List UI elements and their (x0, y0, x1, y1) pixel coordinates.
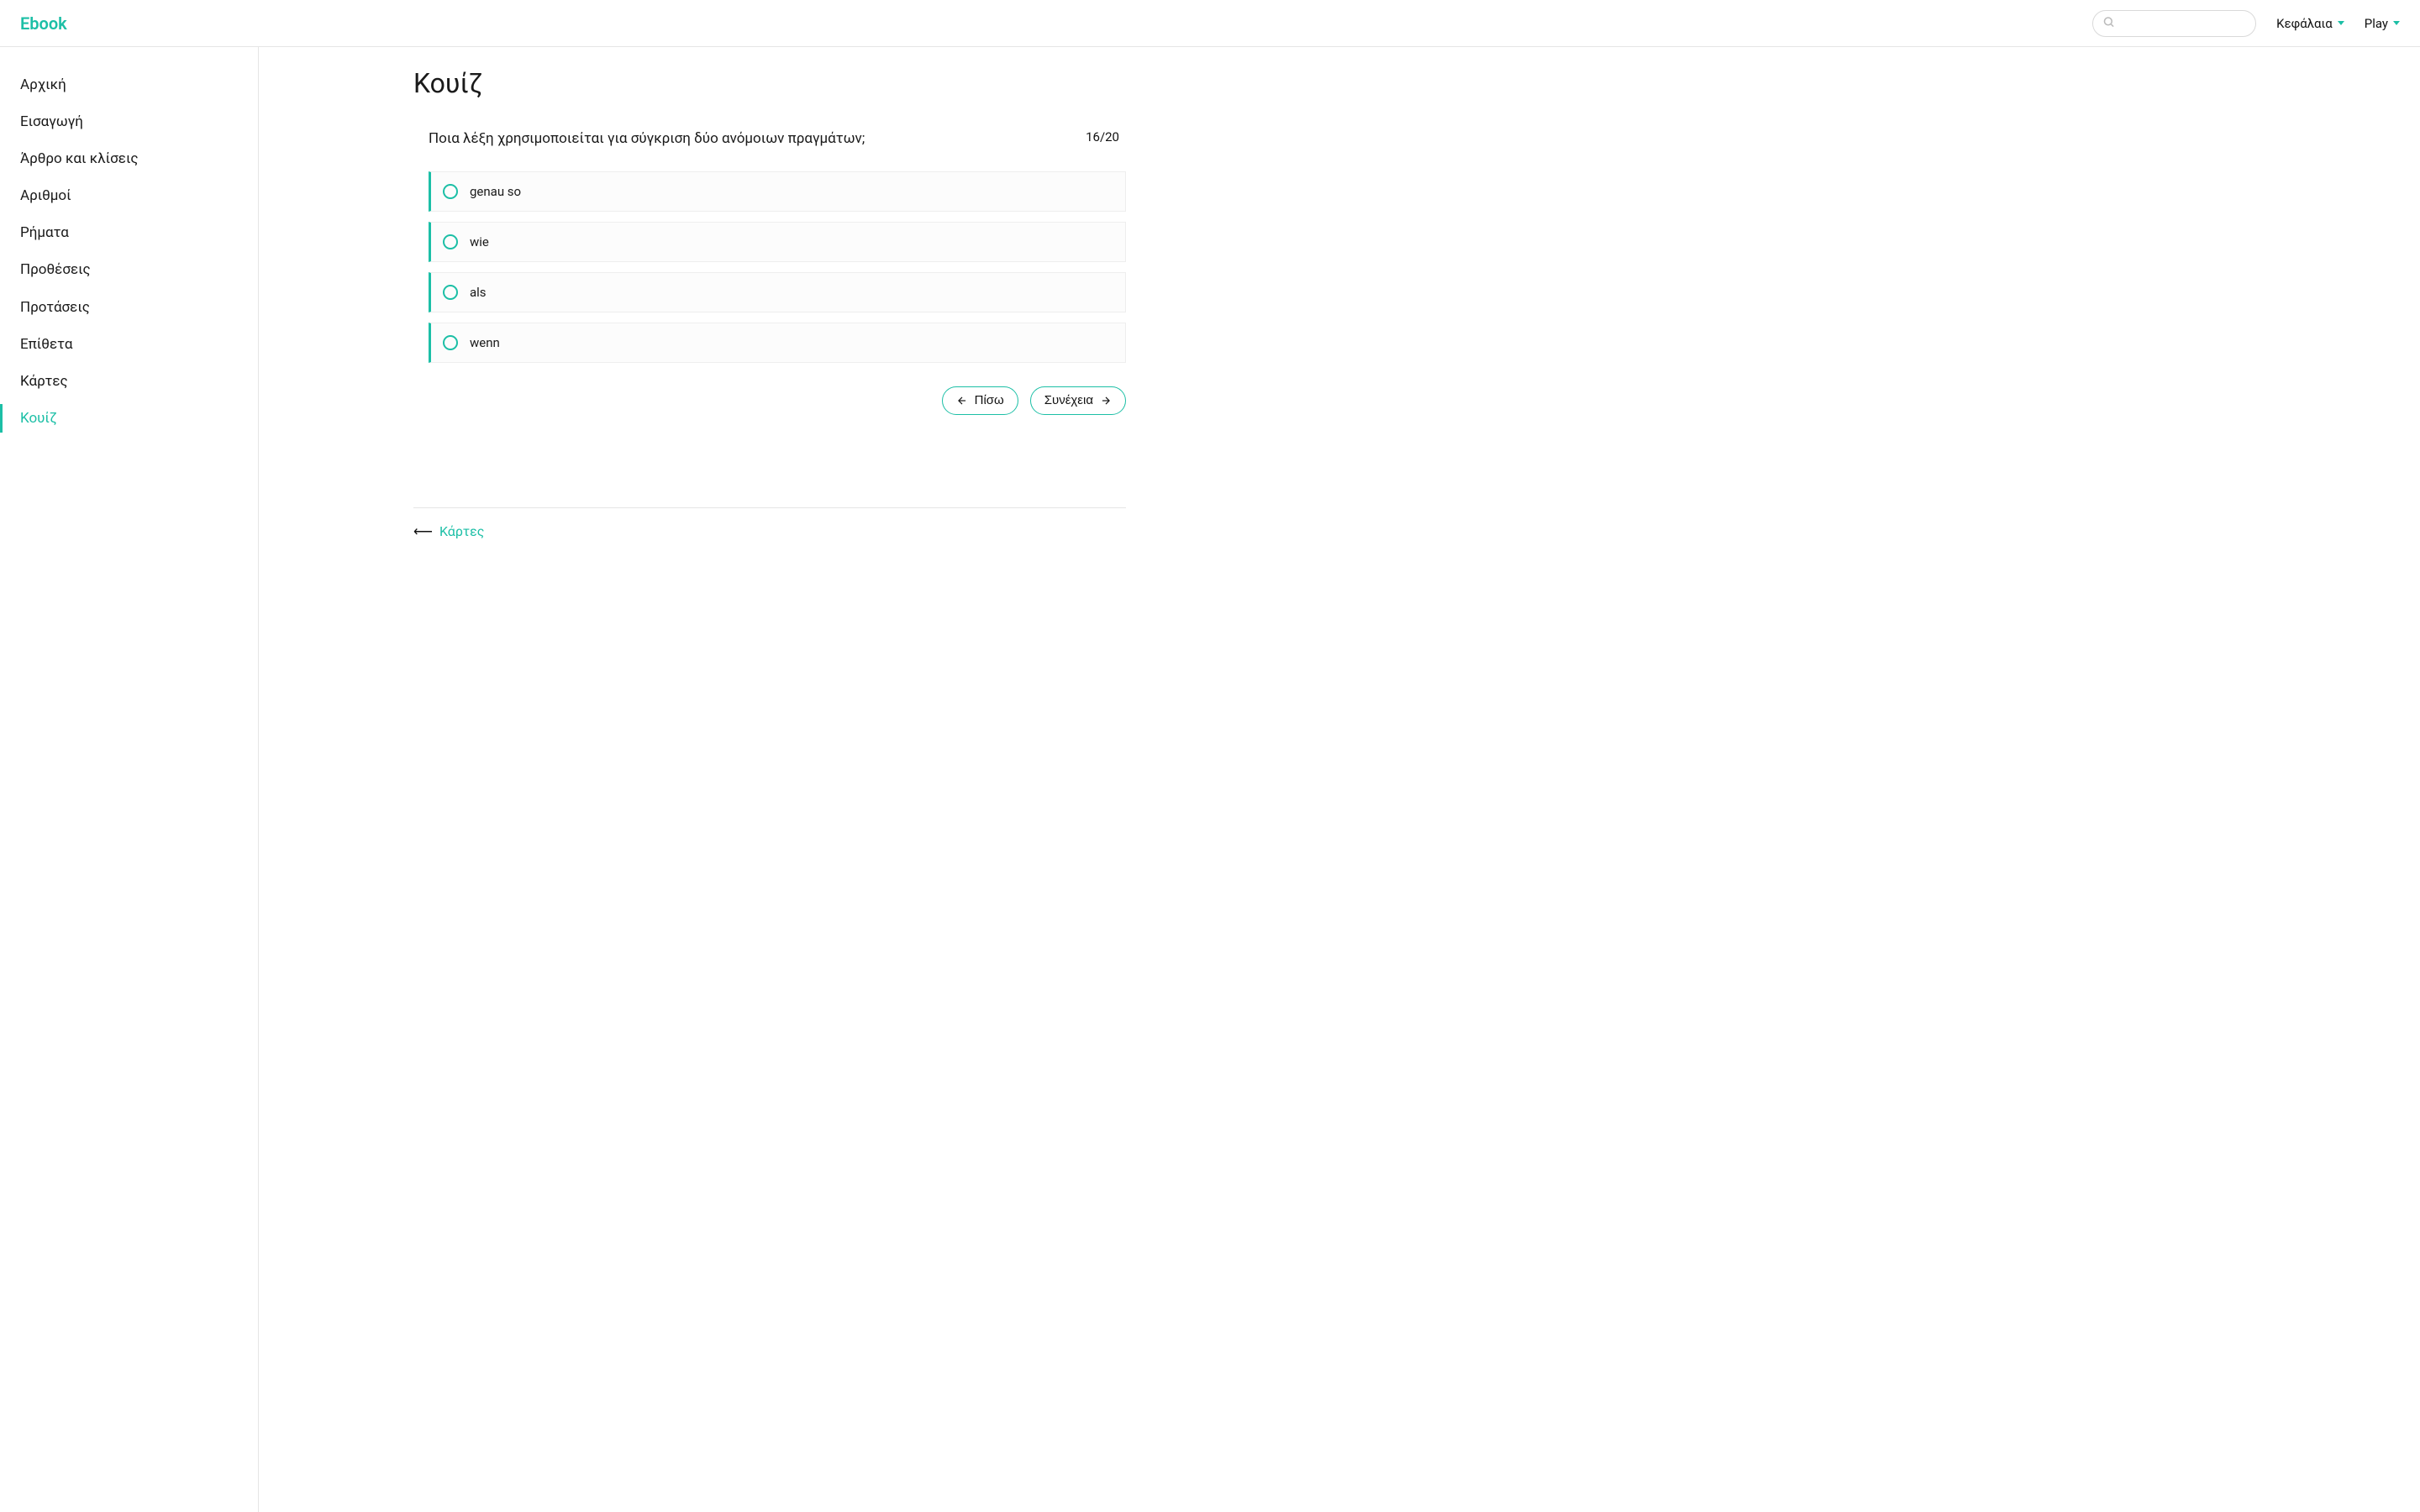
layout: Αρχική Εισαγωγή Άρθρο και κλίσεις Αριθμο… (0, 47, 2420, 1512)
quiz-option[interactable]: als (429, 272, 1126, 312)
nav-chapters-label: Κεφάλαια (2276, 16, 2333, 31)
sidebar-item-quiz[interactable]: Κουίζ (0, 401, 258, 436)
next-button[interactable]: Συνέχεια (1030, 386, 1126, 415)
quiz-card: Ποια λέξη χρησιμοποιείται για σύγκριση δ… (413, 129, 1126, 415)
caret-down-icon (2338, 21, 2344, 25)
radio-icon (443, 335, 458, 350)
search-wrap (2092, 10, 2256, 37)
quiz-head: Ποια λέξη χρησιμοποιείται για σύγκριση δ… (429, 129, 1126, 150)
nav-play-label: Play (2365, 16, 2388, 31)
option-label: wenn (470, 335, 500, 350)
sidebar-item-cards[interactable]: Κάρτες (0, 364, 258, 399)
radio-icon (443, 234, 458, 249)
sidebar-item-intro[interactable]: Εισαγωγή (0, 104, 258, 139)
quiz-options: genau so wie als wenn (429, 171, 1126, 363)
brand-title[interactable]: Ebook (20, 13, 67, 34)
sidebar-item-adjectives[interactable]: Επίθετα (0, 327, 258, 362)
prev-chapter-link[interactable]: ⟵ Κάρτες (413, 523, 484, 539)
option-label: wie (470, 234, 489, 249)
sidebar-item-verbs[interactable]: Ρήματα (0, 215, 258, 250)
caret-down-icon (2393, 21, 2400, 25)
sidebar-item-home[interactable]: Αρχική (0, 67, 258, 102)
arrow-left-long-icon: ⟵ (413, 523, 433, 539)
arrow-left-icon (956, 395, 968, 407)
header-right: Κεφάλαια Play (2092, 10, 2400, 37)
quiz-option[interactable]: wie (429, 222, 1126, 262)
nav-chapters[interactable]: Κεφάλαια (2276, 16, 2344, 31)
radio-icon (443, 285, 458, 300)
sidebar-item-sentences[interactable]: Προτάσεις (0, 290, 258, 325)
radio-icon (443, 184, 458, 199)
divider (413, 507, 1126, 508)
header: Ebook Κεφάλαια Play (0, 0, 2420, 47)
quiz-question: Ποια λέξη χρησιμοποιείται για σύγκριση δ… (429, 129, 1065, 150)
next-button-label: Συνέχεια (1044, 393, 1093, 407)
page-title: Κουίζ (413, 67, 1126, 99)
quiz-option[interactable]: wenn (429, 323, 1126, 363)
option-label: als (470, 285, 487, 300)
main-content: Κουίζ Ποια λέξη χρησιμοποιείται για σύγκ… (259, 47, 1166, 1512)
sidebar: Αρχική Εισαγωγή Άρθρο και κλίσεις Αριθμο… (0, 47, 259, 1512)
sidebar-item-numbers[interactable]: Αριθμοί (0, 178, 258, 213)
back-button[interactable]: Πίσω (942, 386, 1018, 415)
nav-play[interactable]: Play (2365, 16, 2400, 31)
quiz-progress: 16/20 (1086, 129, 1126, 144)
arrow-right-icon (1100, 395, 1112, 407)
search-input[interactable] (2092, 10, 2256, 37)
back-button-label: Πίσω (975, 393, 1004, 407)
sidebar-item-prepositions[interactable]: Προθέσεις (0, 252, 258, 287)
quiz-option[interactable]: genau so (429, 171, 1126, 212)
option-label: genau so (470, 184, 521, 199)
sidebar-item-articles[interactable]: Άρθρο και κλίσεις (0, 141, 258, 176)
prev-chapter-label: Κάρτες (439, 523, 484, 539)
quiz-nav: Πίσω Συνέχεια (429, 386, 1126, 415)
